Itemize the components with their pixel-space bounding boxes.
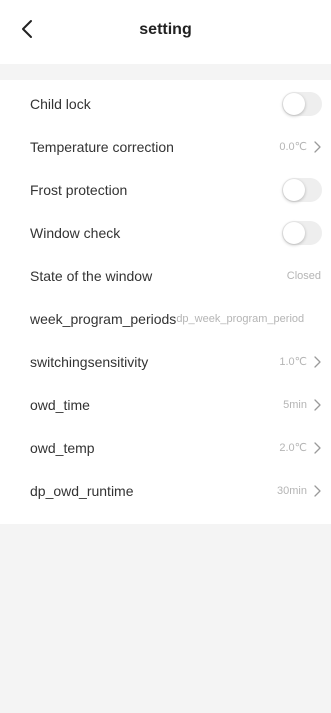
- setting-label: week_program_periods: [30, 310, 177, 327]
- settings-screen: setting Child lock Temperature correctio…: [0, 0, 331, 713]
- window-check-toggle[interactable]: [282, 220, 322, 245]
- setting-row-window-check: Window check: [0, 211, 331, 254]
- setting-value: 30min: [277, 484, 307, 497]
- setting-value: 2.0℃: [279, 441, 307, 454]
- toggle-knob: [283, 221, 305, 244]
- setting-label: Frost protection: [30, 181, 128, 198]
- chevron-right-icon: [313, 140, 321, 153]
- setting-label: owd_time: [30, 396, 90, 413]
- chevron-right-icon: [313, 484, 321, 497]
- setting-label: Temperature correction: [30, 138, 174, 155]
- setting-row-child-lock: Child lock: [0, 82, 331, 125]
- child-lock-toggle[interactable]: [282, 91, 322, 116]
- setting-value-group: 2.0℃: [279, 441, 321, 455]
- setting-row-dp-owd-runtime[interactable]: dp_owd_runtime 30min: [0, 469, 331, 512]
- setting-label: Child lock: [30, 95, 91, 112]
- setting-label: switchingsensitivity: [30, 353, 149, 370]
- chevron-right-icon: [313, 398, 321, 411]
- frost-protection-toggle[interactable]: [282, 177, 322, 202]
- setting-label: owd_temp: [30, 439, 95, 456]
- page-title: setting: [139, 21, 192, 38]
- setting-value: 0.0℃: [279, 140, 307, 153]
- setting-row-week-program-periods: week_program_periods dp_week_program_per…: [0, 297, 331, 340]
- setting-row-owd-time[interactable]: owd_time 5min: [0, 383, 331, 426]
- setting-value-group: Closed: [287, 269, 321, 283]
- toggle-knob: [283, 178, 305, 201]
- setting-value-group: 30min: [277, 484, 321, 498]
- setting-label: dp_owd_runtime: [30, 482, 134, 499]
- setting-row-frost-protection: Frost protection: [0, 168, 331, 211]
- setting-row-state-of-window: State of the window Closed: [0, 254, 331, 297]
- setting-value-group: dp_week_program_period: [176, 312, 304, 326]
- header: setting: [0, 0, 331, 64]
- setting-value-group: 0.0℃: [279, 140, 321, 154]
- setting-value: 1.0℃: [279, 355, 307, 368]
- setting-value: Closed: [286, 269, 321, 282]
- setting-row-temperature-correction[interactable]: Temperature correction 0.0℃: [0, 125, 331, 168]
- setting-value-group: 5min: [283, 398, 321, 412]
- setting-row-owd-temp[interactable]: owd_temp 2.0℃: [0, 426, 331, 469]
- chevron-right-icon: [313, 441, 321, 454]
- setting-label: State of the window: [30, 267, 153, 284]
- chevron-right-icon: [313, 355, 321, 368]
- setting-row-switching-sensitivity[interactable]: switchingsensitivity 1.0℃: [0, 340, 331, 383]
- setting-value-group: 1.0℃: [279, 355, 321, 369]
- setting-value: 5min: [283, 398, 307, 411]
- setting-label: Window check: [30, 224, 121, 241]
- setting-value: dp_week_program_period: [176, 312, 305, 325]
- settings-list: Child lock Temperature correction 0.0℃ F…: [0, 80, 331, 524]
- toggle-knob: [283, 92, 305, 115]
